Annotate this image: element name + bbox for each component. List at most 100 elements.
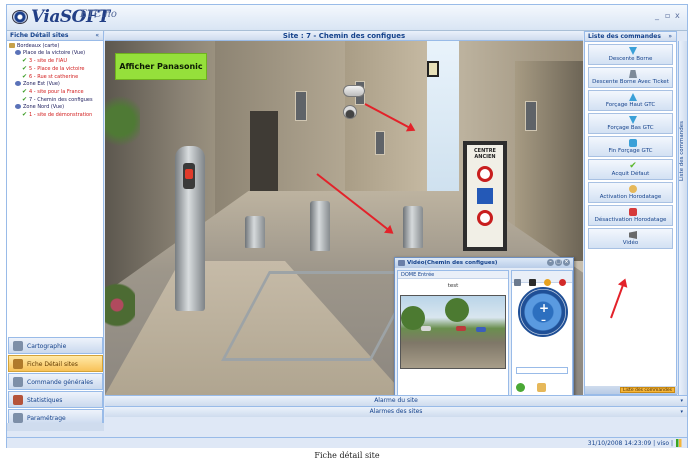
nav-commande-generales[interactable]: Commande générales xyxy=(8,373,103,390)
check-icon: ✔ xyxy=(22,88,28,95)
window xyxy=(375,131,385,155)
tree-node[interactable]: Place de la victoire (Vue) xyxy=(9,50,101,57)
clock-off-icon xyxy=(629,208,637,216)
tree-node[interactable]: ✔ 3 - site de l'IAU xyxy=(9,57,101,65)
expand-icon[interactable]: ▾ xyxy=(680,396,683,406)
check-icon: ✔ xyxy=(22,73,28,80)
logo-eye-icon xyxy=(12,10,28,24)
video-window-title: Vidéo(Chemin des configues) – □ × xyxy=(395,258,573,268)
video-feed[interactable] xyxy=(400,295,506,369)
video-panel: DOME Entrée test xyxy=(397,270,509,395)
commands-footer: Liste des commandes xyxy=(585,386,678,394)
street-lamp xyxy=(427,61,439,77)
video-window: Vidéo(Chemin des configues) – □ × DOME E… xyxy=(394,257,574,395)
camera-icon xyxy=(15,50,21,55)
cmd-forcage-bas-gtc[interactable]: Forçage Bas GTC xyxy=(588,113,673,134)
car xyxy=(421,326,431,331)
alarm-sites-bar[interactable]: Alarmes des sites ▾ xyxy=(105,406,687,417)
commands-vertical-tab[interactable]: Liste des commandes xyxy=(678,41,687,395)
expand-icon[interactable]: ▾ xyxy=(680,407,683,417)
commands-tab[interactable]: Liste des commandes xyxy=(619,387,675,393)
edit-icon[interactable] xyxy=(537,383,547,392)
close-button[interactable]: x xyxy=(675,11,680,20)
collapse-icon[interactable]: « xyxy=(95,32,99,39)
folder-icon xyxy=(9,43,15,48)
figure-caption: Fiche détail site xyxy=(314,451,380,460)
show-panasonic-button[interactable]: Afficher Panasonic xyxy=(115,53,207,80)
record-icon[interactable] xyxy=(529,279,537,286)
access-sign: CENTRE ANCIEN xyxy=(463,141,507,251)
tree-node[interactable]: ✔ 4 - site pour la France xyxy=(9,88,101,96)
tree-node[interactable]: Bordeaux (carte) xyxy=(9,43,101,50)
tree-node[interactable]: ✔ 5 - Place de la victoire xyxy=(9,65,101,73)
ptz-joystick[interactable]: + – xyxy=(518,287,568,337)
bollard xyxy=(403,206,423,248)
go-icon[interactable] xyxy=(516,383,525,392)
zoom-in-icon[interactable]: + xyxy=(539,301,549,315)
clock-icon xyxy=(629,185,637,193)
video-icon xyxy=(629,231,637,239)
check-icon: ✔ xyxy=(629,161,637,171)
cmd-acquit-defaut[interactable]: ✔ Acquit Défaut xyxy=(588,159,673,180)
close-icon[interactable]: × xyxy=(563,259,570,266)
left-panel-title: Fiche Détail sites xyxy=(10,32,69,39)
video-status: test xyxy=(447,283,459,289)
ptz-actions xyxy=(516,377,570,395)
maximize-button[interactable]: ▫ xyxy=(665,11,670,20)
up-arrow-icon xyxy=(629,93,637,101)
stop-icon[interactable] xyxy=(559,279,567,286)
nav-menu: Cartographie Fiche Détail sites Commande… xyxy=(7,337,104,427)
zoom-out-icon[interactable]: – xyxy=(541,315,546,326)
nav-statistiques[interactable]: Statistiques xyxy=(8,391,103,408)
car xyxy=(476,327,486,332)
command-icon xyxy=(13,377,23,387)
nav-fiche-detail-sites[interactable]: Fiche Détail sites xyxy=(8,355,103,372)
cmd-descente-borne[interactable]: Descente Borne xyxy=(588,44,673,65)
preset-select[interactable] xyxy=(516,367,568,374)
tree xyxy=(445,298,469,322)
street-scene-image: CENTRE ANCIEN Afficher Panasonic Vidéo(C… xyxy=(105,41,583,395)
tree-node[interactable]: Zone Nord (Vue) xyxy=(9,104,101,111)
cmd-descente-borne-ticket[interactable]: Descente Borne Avec Ticket xyxy=(588,67,673,88)
status-bar: 31/10/2008 14:23:09 | viso | xyxy=(7,437,687,448)
alarm-icon[interactable] xyxy=(544,279,552,286)
stats-icon xyxy=(13,395,23,405)
nav-cartographie[interactable]: Cartographie xyxy=(8,337,103,354)
snapshot-icon[interactable] xyxy=(514,279,521,286)
check-icon: ✔ xyxy=(22,65,28,72)
minimize-icon[interactable]: – xyxy=(547,259,554,266)
commands-panel: Liste des commandes » Descente Borne Des… xyxy=(584,31,687,395)
minimize-button[interactable]: _ xyxy=(655,11,659,20)
status-text: 31/10/2008 14:23:09 | viso | xyxy=(587,440,673,447)
down-arrow-icon xyxy=(629,116,637,124)
signal-icon xyxy=(676,439,684,447)
check-icon: ✔ xyxy=(22,111,28,118)
alarm-site-bar[interactable]: Alarme du site ▾ xyxy=(105,395,687,406)
collapse-icon[interactable]: » xyxy=(668,33,672,40)
dome-camera-icon[interactable] xyxy=(343,105,357,119)
video-icon xyxy=(398,260,405,266)
site-tree: Bordeaux (carte) Place de la victoire (V… xyxy=(7,41,103,121)
site-icon xyxy=(13,359,23,369)
cmd-fin-forcage-gtc[interactable]: Fin Forçage GTC xyxy=(588,136,673,157)
tree-node[interactable]: ✔ 6 - Rue st catherine xyxy=(9,73,101,81)
cmd-video[interactable]: Vidéo xyxy=(588,228,673,249)
cmd-desactivation-horodatage[interactable]: Désactivation Horodatage xyxy=(588,205,673,226)
tree xyxy=(105,91,140,151)
building xyxy=(515,61,583,261)
app-window: ViaSOFT ETC.ho _ ▫ x Fiche Détail sites … xyxy=(6,4,688,448)
red-arrow xyxy=(610,280,626,319)
window xyxy=(295,91,307,121)
camera-icon xyxy=(15,81,21,86)
tree-node[interactable]: ✔ 1 - site de démonstration xyxy=(9,111,101,119)
tree-node[interactable]: Zone Est (Vue) xyxy=(9,81,101,88)
left-panel-header: Fiche Détail sites « xyxy=(7,31,103,41)
security-camera-icon[interactable] xyxy=(343,85,365,97)
cmd-forcage-haut-gtc[interactable]: Forçage Haut GTC xyxy=(588,90,673,111)
settings-icon xyxy=(13,413,23,423)
stop-force-icon xyxy=(629,139,637,147)
cmd-activation-horodatage[interactable]: Activation Horodatage xyxy=(588,182,673,203)
tree-node-selected[interactable]: ✔ 7 - Chemin des configues xyxy=(9,96,101,104)
maximize-icon[interactable]: □ xyxy=(555,259,562,266)
down-arrow-icon xyxy=(629,47,637,55)
